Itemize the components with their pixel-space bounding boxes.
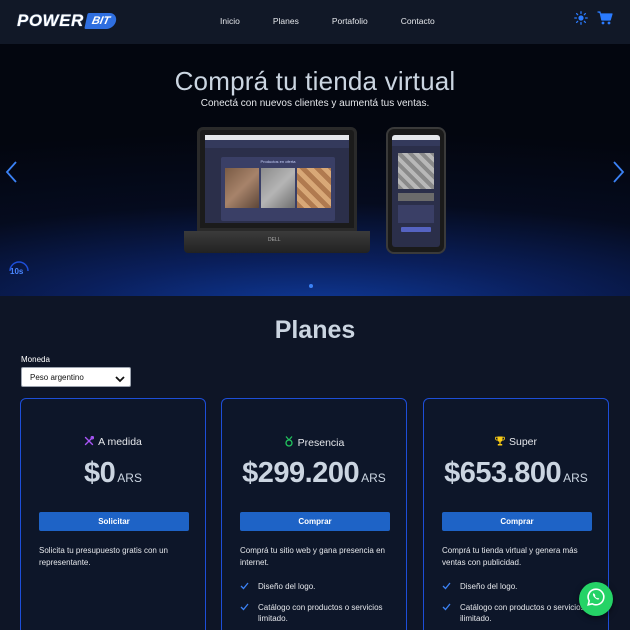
main-nav: Inicio Planes Portafolio Contacto	[220, 16, 468, 26]
plan-name: Presencia	[297, 437, 345, 449]
sun-icon[interactable]	[574, 11, 588, 30]
plan-description: Solicita tu presupuesto gratis con un re…	[39, 546, 168, 567]
plan-name: Super	[508, 436, 538, 448]
nav-link-planes[interactable]: Planes	[273, 16, 299, 26]
phone-mockup-image	[386, 127, 446, 254]
carousel-next-icon[interactable]	[612, 160, 626, 184]
plan-card-a-medida: A medida $0 ARS Solicitar Solicita tu pre…	[20, 398, 206, 630]
autoplay-timer: 10s	[10, 267, 24, 276]
tools-icon	[84, 435, 95, 449]
carousel-prev-icon[interactable]	[4, 160, 18, 184]
nav-link-inicio[interactable]: Inicio	[220, 16, 240, 26]
whatsapp-button[interactable]	[579, 582, 613, 616]
plan-price: $653.800	[444, 457, 562, 489]
feature-list: Diseño del logo. Catálogo con productos …	[442, 581, 602, 630]
hero-subtitle: Conectá con nuevos clientes y aumentá tu…	[200, 98, 430, 109]
feature-item: Catálogo con productos o servicios limit…	[240, 602, 400, 625]
header-actions	[574, 11, 613, 30]
comprar-button[interactable]: Comprar	[240, 512, 390, 531]
hero-title: Comprá tu tienda virtual	[174, 66, 456, 96]
feature-list: Diseño del logo. Catálogo con productos …	[240, 581, 400, 630]
plans-title: Planes	[274, 316, 356, 344]
plan-currency: ARS	[361, 471, 386, 485]
feature-item: Diseño del logo.	[240, 581, 400, 593]
carousel-indicator[interactable]	[309, 284, 313, 288]
top-navbar: POWER BIT Inicio Planes Portafolio Conta…	[0, 0, 630, 44]
plan-description: Comprá tu sitio web y gana presencia en …	[240, 546, 385, 567]
chevron-down-icon	[114, 372, 126, 390]
whatsapp-icon	[586, 587, 606, 612]
feature-item: Diseño del logo.	[442, 581, 602, 593]
check-icon	[442, 603, 451, 615]
nav-link-contacto[interactable]: Contacto	[401, 16, 435, 26]
plan-currency: ARS	[563, 471, 588, 485]
logo-text: POWER	[17, 11, 84, 30]
medal-icon	[284, 436, 294, 450]
check-icon	[442, 582, 451, 594]
check-icon	[240, 603, 249, 615]
plan-currency: ARS	[117, 471, 142, 485]
brand-logo[interactable]: POWER BIT	[17, 11, 118, 31]
laptop-mockup-image: Productos en oferta DELL	[184, 127, 370, 255]
cart-icon[interactable]	[597, 11, 613, 30]
currency-selected-value: Peso argentino	[30, 373, 84, 382]
plan-name: A medida	[98, 436, 142, 448]
plan-price: $0	[84, 457, 116, 489]
currency-select[interactable]: Peso argentino	[21, 367, 131, 387]
check-icon	[240, 582, 249, 594]
plan-card-presencia: Presencia $299.200 ARS Comprar Comprá tu …	[221, 398, 407, 630]
mockup-card-title: Productos en oferta	[260, 159, 296, 164]
feature-item: Catálogo con productos o servicios ilimi…	[442, 602, 602, 625]
logo-badge: BIT	[84, 13, 118, 29]
solicitar-button[interactable]: Solicitar	[39, 512, 189, 531]
currency-label: Moneda	[21, 355, 50, 364]
plan-description: Comprá tu tienda virtual y genera más ve…	[442, 546, 578, 567]
nav-link-portafolio[interactable]: Portafolio	[332, 16, 368, 26]
comprar-button[interactable]: Comprar	[442, 512, 592, 531]
laptop-brand: DELL	[268, 237, 281, 243]
hero-carousel: Comprá tu tienda virtual Conectá con nue…	[0, 44, 630, 296]
trophy-icon	[495, 436, 505, 449]
plan-price: $299.200	[242, 457, 360, 489]
